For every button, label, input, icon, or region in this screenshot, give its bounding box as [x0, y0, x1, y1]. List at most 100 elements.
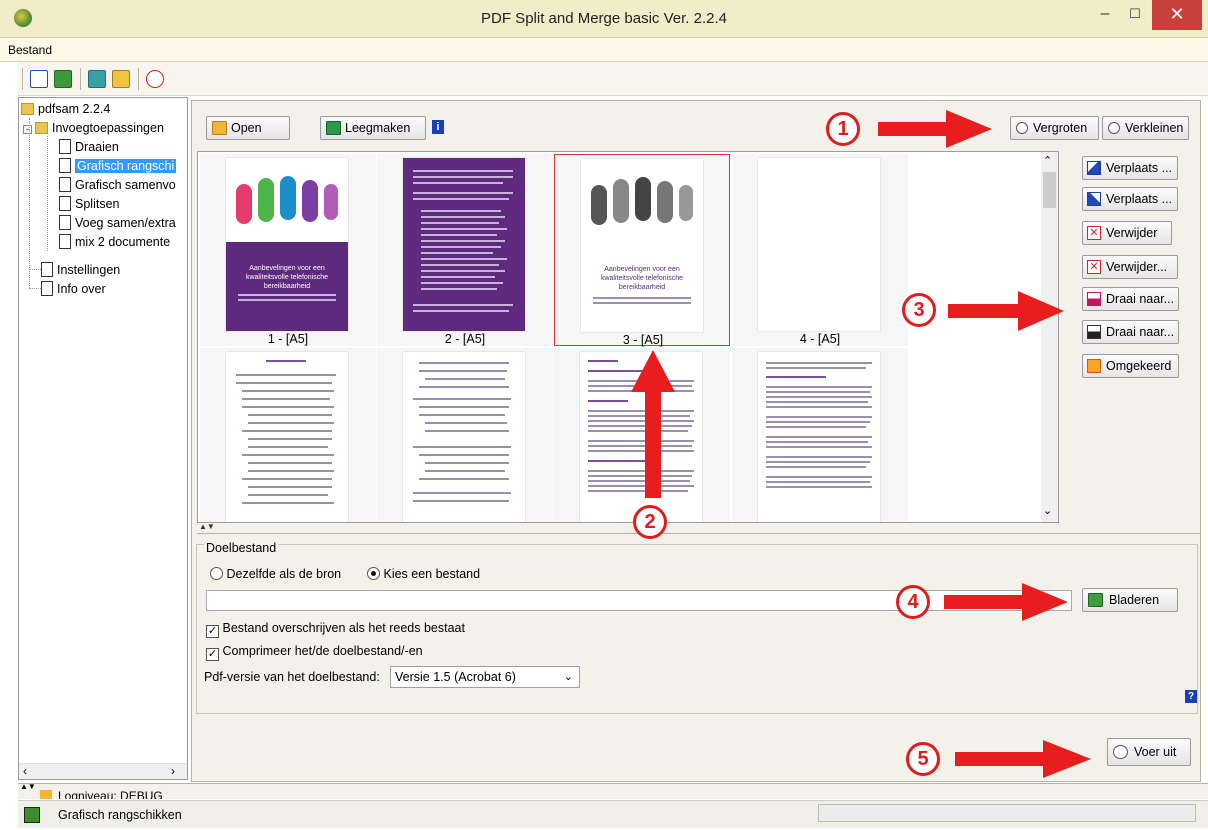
tree-group-label: Invoegtoepassingen [52, 121, 164, 135]
tree-item-splitsen[interactable]: Splitsen [59, 195, 119, 213]
folder-icon [21, 103, 34, 115]
page-thumbnail[interactable] [377, 348, 553, 522]
open-button[interactable]: Open [206, 116, 290, 140]
overwrite-label: Bestand overschrijven als het reeds best… [222, 621, 465, 635]
splitter[interactable]: ▲▼ [197, 522, 1201, 534]
radio-choose-label: Kies een bestand [383, 567, 481, 581]
load-icon[interactable] [54, 70, 72, 88]
move-down-button[interactable]: Verplaats ... [1082, 187, 1178, 211]
page-thumbnail[interactable]: 4 - [A5] [732, 154, 908, 346]
clear-icon[interactable] [112, 70, 130, 88]
reverse-icon [1087, 359, 1101, 373]
tree-item-label: Voeg samen/extra [75, 216, 176, 230]
document-icon [59, 234, 71, 249]
chevron-down-icon[interactable]: ⌄ [564, 667, 573, 687]
page-thumbnails: Aanbevelingen voor een kwaliteitsvolle t… [197, 151, 1059, 523]
cover-band: Aanbevelingen voor een kwaliteitsvolle t… [226, 242, 348, 331]
close-button[interactable]: ✕ [1152, 0, 1202, 30]
destination-path-input[interactable] [206, 590, 1072, 611]
annotation-arrow-head [1022, 583, 1068, 621]
annotation-badge: 5 [906, 742, 940, 776]
rotate-left-icon [1087, 325, 1101, 339]
checkbox-icon[interactable]: ✓ [206, 648, 219, 661]
move-up-icon [1087, 161, 1101, 175]
collapse-arrows-icon[interactable]: ▲▼ [20, 784, 36, 791]
tree-item-label: Grafisch rangschi [75, 159, 177, 173]
tree-item-draaien[interactable]: Draaien [59, 138, 119, 156]
status-bar: Grafisch rangschikken [18, 800, 1208, 828]
annotation-arrow [878, 122, 948, 136]
tree-group[interactable]: - Invoegtoepassingen [23, 119, 164, 137]
exit-icon[interactable] [146, 70, 164, 88]
help-icon[interactable]: ? [1185, 690, 1197, 703]
page-caption: 2 - [A5] [444, 332, 486, 346]
folder-icon [212, 121, 227, 135]
info-icon[interactable]: i [432, 120, 444, 134]
radio-choose-file[interactable]: Kies een bestand [367, 567, 480, 581]
log-panel-header[interactable]: ▲▼ Logniveau: DEBUG [18, 783, 1208, 799]
tree-item-instellingen[interactable]: Instellingen [41, 261, 120, 279]
window-icon[interactable] [88, 70, 106, 88]
tree-horizontal-scrollbar[interactable]: ‹ › [19, 763, 187, 779]
zoom-out-button[interactable]: Verkleinen [1102, 116, 1189, 140]
page-thumbnail[interactable]: Aanbevelingen voor een kwaliteitsvolle t… [200, 154, 376, 346]
plugin-tree: pdfsam 2.2.4 - Invoegtoepassingen Draaien… [18, 97, 188, 780]
tree-item-label: Instellingen [57, 263, 121, 277]
page-thumbnail-selected[interactable]: Aanbevelingen voor een kwaliteitsvolle t… [554, 154, 730, 347]
compress-checkbox[interactable]: ✓ Comprimeer het/de doelbestand/-en [206, 644, 423, 661]
clear-button[interactable]: Leegmaken [320, 116, 426, 140]
browse-button[interactable]: Bladeren [1082, 588, 1178, 612]
tree-item-mix[interactable]: mix 2 documente [59, 233, 170, 251]
delete-icon: ✕ [1087, 260, 1101, 274]
maximize-button[interactable]: ☐ [1122, 0, 1148, 30]
scroll-left-icon[interactable]: ‹ [23, 764, 27, 778]
menu-bestand[interactable]: Bestand [8, 43, 52, 57]
rotate-right-icon [1087, 292, 1101, 306]
progress-bar [818, 804, 1196, 822]
tree-root[interactable]: pdfsam 2.2.4 [21, 100, 110, 118]
collapse-arrows-icon[interactable]: ▲▼ [199, 522, 215, 531]
zoom-out-label: Verkleinen [1125, 121, 1184, 135]
page-thumbnail[interactable] [732, 348, 908, 522]
rotate-right-button[interactable]: Draai naar... [1082, 287, 1179, 311]
radio-icon[interactable] [367, 567, 380, 580]
toolbar-separator [80, 68, 81, 90]
thumbnails-vertical-scrollbar[interactable]: ⌃ ⌄ [1041, 152, 1058, 522]
tree-item-info[interactable]: Info over [41, 280, 106, 298]
reverse-button[interactable]: Omgekeerd [1082, 354, 1179, 378]
tree-item-grafisch-samenvoegen[interactable]: Grafisch samenvo [59, 176, 176, 194]
remove-more-button[interactable]: ✕ Verwijder... [1082, 255, 1178, 279]
tree-item-label: Grafisch samenvo [75, 178, 176, 192]
page-thumbnail[interactable]: 2 - [A5] [377, 154, 553, 346]
radio-icon[interactable] [210, 567, 223, 580]
page-thumbnail[interactable] [200, 348, 376, 522]
tree-item-voeg-samen[interactable]: Voeg samen/extra [59, 214, 176, 232]
zoom-in-label: Vergroten [1033, 121, 1088, 135]
scroll-down-icon[interactable]: ⌄ [1043, 504, 1052, 517]
radio-same-label: Dezelfde als de bron [226, 567, 342, 581]
delete-icon: ✕ [1087, 226, 1101, 240]
document-icon [59, 196, 71, 211]
pdf-version-select[interactable]: Versie 1.5 (Acrobat 6) ⌄ [390, 666, 580, 688]
rotate-left-button[interactable]: Draai naar... [1082, 320, 1179, 344]
rotate-left-label: Draai naar... [1106, 325, 1175, 339]
minimize-button[interactable]: – [1092, 0, 1118, 30]
overwrite-checkbox[interactable]: ✓ Bestand overschrijven als het reeds be… [206, 621, 465, 638]
remove-button[interactable]: ✕ Verwijder [1082, 221, 1172, 245]
scroll-thumb[interactable] [1043, 172, 1056, 208]
scroll-up-icon[interactable]: ⌃ [1043, 154, 1052, 167]
annotation-arrow [944, 595, 1024, 609]
checkbox-icon[interactable]: ✓ [206, 625, 219, 638]
radio-same-as-source[interactable]: Dezelfde als de bron [210, 567, 341, 581]
zoom-in-button[interactable]: Vergroten [1010, 116, 1099, 140]
scroll-right-icon[interactable]: › [171, 764, 175, 778]
pdf-version-label: Pdf-versie van het doelbestand: [204, 670, 380, 684]
tree-item-grafisch-rangschikken[interactable]: Grafisch rangschi [59, 157, 177, 175]
move-up-button[interactable]: Verplaats ... [1082, 156, 1178, 180]
save-icon[interactable] [30, 70, 48, 88]
collapse-icon[interactable]: - [23, 125, 32, 134]
page-caption: 1 - [A5] [267, 332, 309, 346]
run-button[interactable]: Voer uit [1107, 738, 1191, 766]
document-icon [59, 158, 71, 173]
broom-icon [326, 121, 341, 135]
